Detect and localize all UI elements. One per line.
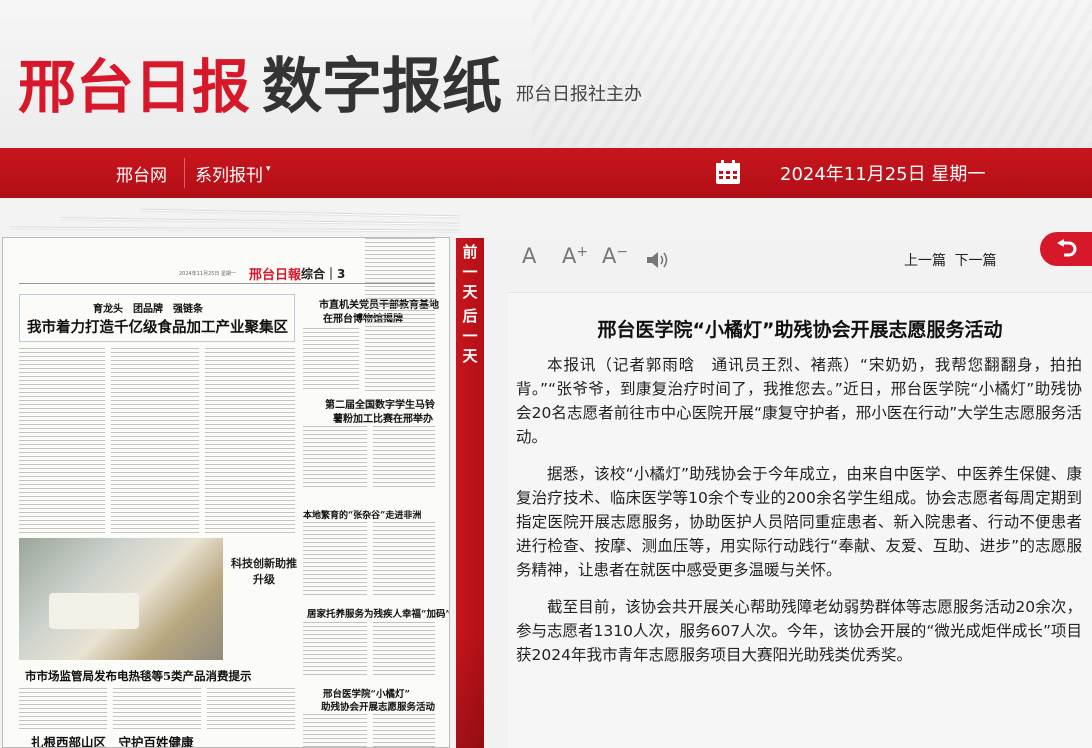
nav-series-label: 系列报刊 <box>195 165 263 186</box>
logo-title-red[interactable]: 邢台日报 <box>18 40 250 124</box>
font-size-increase-button[interactable]: A+ <box>562 244 588 268</box>
paper-sheet-edge <box>59 217 461 226</box>
newspaper-page-image[interactable]: 2024年11月25日 星期一 邢台日報 综合｜3 育龙头 团品牌 强链条 我市… <box>2 237 450 748</box>
article-text-block[interactable] <box>373 522 435 598</box>
logo-title-dark[interactable]: 数字报纸 <box>262 38 502 125</box>
lead-kicker[interactable]: 育龙头 团品牌 强链条 <box>93 300 203 315</box>
font-size-decrease-button[interactable]: A− <box>602 244 628 268</box>
font-increase-letter: A <box>562 244 577 268</box>
article-text-block[interactable] <box>303 622 367 678</box>
lead-headline[interactable]: 我市着力打造千亿级食品加工产业聚集区 <box>27 316 288 337</box>
nav-divider <box>184 158 185 188</box>
site-header: 邢台日报 数字报纸 邢台日报社主办 <box>0 0 1092 148</box>
paper-sheet-edge <box>9 226 461 233</box>
back-button[interactable] <box>1040 232 1092 266</box>
headline-xiaojudeng-1[interactable]: 邢台医学院“小橘灯” <box>323 686 410 700</box>
article-text-block[interactable] <box>207 688 295 732</box>
article-text-block[interactable] <box>205 348 295 534</box>
article-paragraph: 据悉，该校“小橘灯”助残协会于今年成立，由来自中医学、中医养生保健、康复治疗技术… <box>516 465 1082 579</box>
article-panel: 邢台医学院“小橘灯”助残协会开展志愿服务活动 本报讯（记者郭雨晗 通讯员王烈、褚… <box>508 292 1092 748</box>
article-toolbar: A A+ A− 上一篇 下一篇 <box>508 238 1092 282</box>
article-text-block[interactable] <box>373 622 435 678</box>
paper-stack-decoration <box>0 198 1092 238</box>
current-date: 2024年11月25日 星期一 <box>780 164 986 185</box>
prev-day-link[interactable]: 前一天 <box>461 242 479 302</box>
main-nav-bar: 邢台网 系列报刊 ▾ 2024年11月25日 星期一 <box>0 148 1092 198</box>
back-arrow-icon <box>1057 239 1077 257</box>
paper-sheet-edge <box>140 208 460 219</box>
font-decrease-letter: A <box>602 244 617 268</box>
article-text-block[interactable] <box>373 714 435 747</box>
nav-series-dropdown[interactable]: 系列报刊 ▾ <box>195 148 271 198</box>
article-body: 本报讯（记者郭雨晗 通讯员王烈、褚燕）“宋奶奶，我帮您翻翻身，拍拍背。”“张爷爷… <box>516 353 1082 680</box>
article-text-block[interactable] <box>303 714 367 747</box>
article-text-block[interactable] <box>373 426 435 490</box>
article-paragraph: 截至目前，该协会共开展关心帮助残障老幼弱势群体等志愿服务活动20余次，参与志愿者… <box>516 598 1082 664</box>
article-text-block[interactable] <box>111 348 199 534</box>
minus-sign: − <box>616 244 629 260</box>
article-text-block[interactable] <box>365 238 435 392</box>
plus-sign: + <box>576 244 589 260</box>
article-text-block[interactable] <box>19 688 107 732</box>
next-article-link[interactable]: 下一篇 <box>954 253 996 269</box>
caret-down-icon: ▾ <box>266 164 271 174</box>
headline-market[interactable]: 市市场监管局发布电热毯等5类产品消费提示 <box>25 668 252 684</box>
headline-potato-1[interactable]: 第二届全国数字学生马铃 <box>325 396 435 411</box>
article-pager: 上一篇 下一篇 <box>904 250 1000 270</box>
publisher-subtitle: 邢台日报社主办 <box>516 84 642 105</box>
headline-millet[interactable]: 本地繁育的“张杂谷”走进非洲 <box>303 508 421 521</box>
day-navigation-strip: 前一天 后一天 <box>456 238 484 748</box>
next-day-link[interactable]: 后一天 <box>461 306 479 366</box>
news-photo[interactable] <box>19 538 223 660</box>
calendar-icon[interactable] <box>714 158 742 186</box>
page-section: 综合｜3 <box>301 267 346 281</box>
article-paragraph: 本报讯（记者郭雨晗 通讯员王烈、褚燕）“宋奶奶，我帮您翻翻身，拍拍背。”“张爷爷… <box>516 356 1082 446</box>
article-text-block[interactable] <box>303 522 367 598</box>
font-size-reset-button[interactable]: A <box>522 244 536 268</box>
photo-caption: 科技创新助推升级 <box>231 557 297 586</box>
headline-potato-2[interactable]: 薯粉加工比赛在邢举办 <box>333 410 433 425</box>
headline-xiaojudeng-2[interactable]: 助残协会开展志愿服务活动 <box>321 699 435 713</box>
prev-article-link[interactable]: 上一篇 <box>904 253 946 269</box>
article-text-block[interactable] <box>303 426 367 490</box>
page-brand: 邢台日報 <box>249 268 302 283</box>
article-text-block[interactable] <box>19 348 105 534</box>
article-text-block[interactable] <box>303 328 359 392</box>
nav-home-link[interactable]: 邢台网 <box>116 148 167 198</box>
speaker-icon[interactable] <box>645 250 669 270</box>
headline-disabled-care[interactable]: 居家托养服务为残疾人幸福“加码” <box>307 606 449 620</box>
article-title: 邢台医学院“小橘灯”助残协会开展志愿服务活动 <box>597 319 1003 341</box>
article-text-block[interactable] <box>113 688 201 732</box>
page-date: 2024年11月25日 星期一 <box>179 271 237 277</box>
headline-health[interactable]: 扎根西部山区 守护百姓健康 <box>31 732 194 747</box>
